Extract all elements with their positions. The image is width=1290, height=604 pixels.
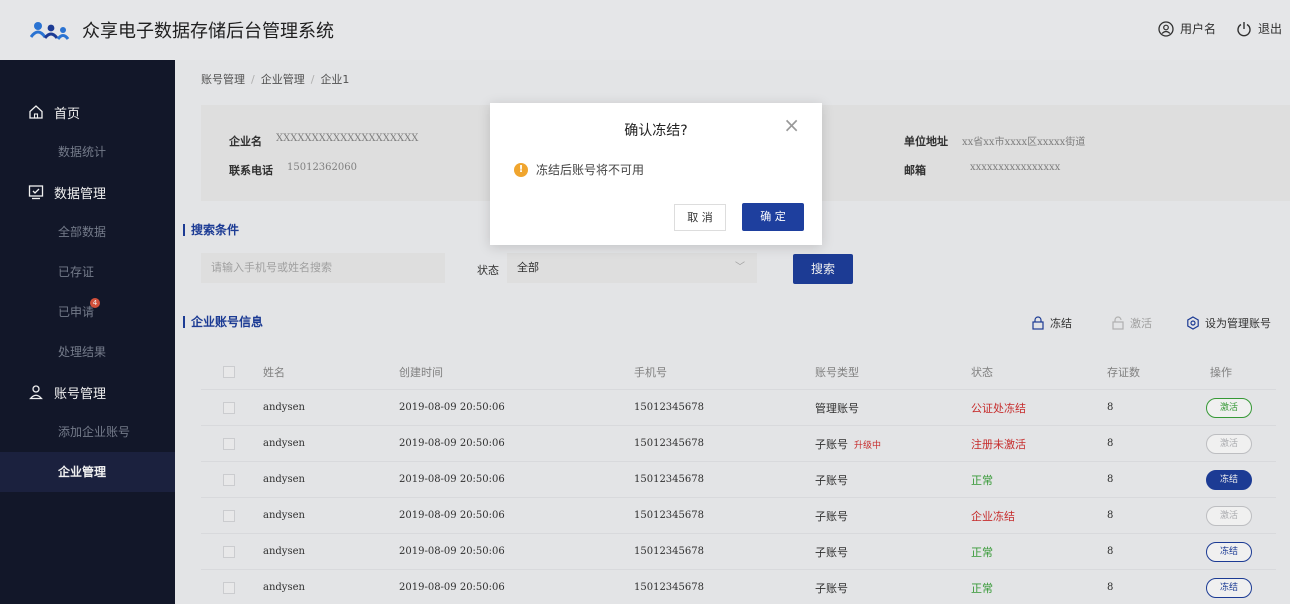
cancel-button[interactable]: 取 消 xyxy=(674,204,726,231)
dialog-title: 确认冻结? xyxy=(624,123,688,139)
dialog-message: ! 冻结后账号将不可用 xyxy=(514,161,644,178)
confirm-button[interactable]: 确 定 xyxy=(742,203,804,231)
confirm-freeze-dialog: 确认冻结? × ! 冻结后账号将不可用 取 消 确 定 xyxy=(490,103,822,245)
warning-icon: ! xyxy=(514,162,528,177)
close-icon[interactable]: × xyxy=(783,115,800,135)
modal-overlay[interactable] xyxy=(0,0,1290,604)
